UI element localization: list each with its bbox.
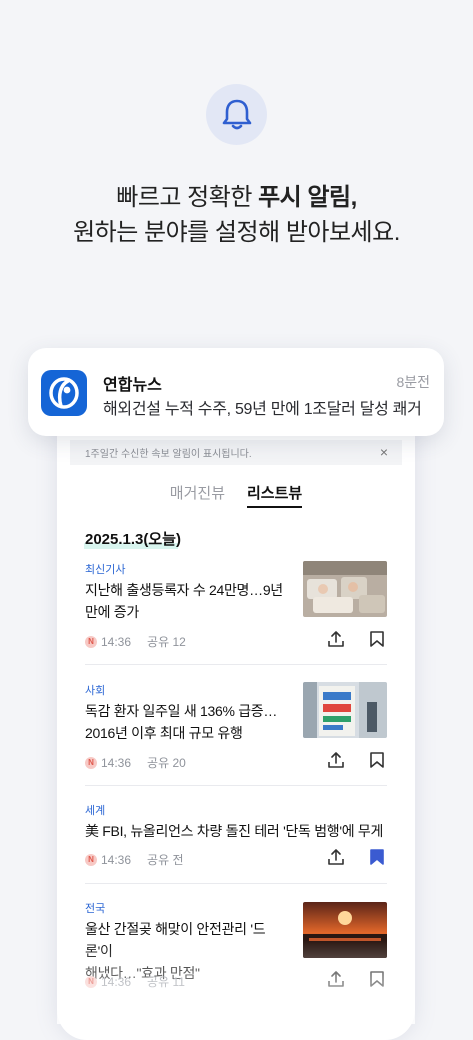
- date-label: 2025.1.3(오늘): [85, 531, 181, 548]
- bell-badge: [206, 84, 267, 145]
- article-meta: N 14:36 공유 11: [85, 973, 185, 990]
- list-item[interactable]: 최신기사 지난해 출생등록자 수 24만명…9년 만에 증가 N 14:36 공…: [85, 561, 387, 655]
- article-category: 세계: [85, 805, 106, 817]
- yonhap-logo-icon: [49, 377, 79, 409]
- divider: [85, 883, 387, 884]
- source-badge: N: [85, 635, 97, 648]
- article-thumbnail[interactable]: [303, 682, 387, 738]
- article-thumbnail[interactable]: [303, 561, 387, 617]
- thumbnail-hospital-image: [303, 682, 387, 738]
- article-title-line: 독감 환자 일주일 새 136% 급증…: [85, 703, 278, 719]
- article-time: 14:36: [101, 852, 132, 867]
- tab-magazine-view[interactable]: 매거진뷰: [170, 482, 225, 508]
- headline-bold: 푸시 알림,: [258, 184, 357, 211]
- divider: [85, 785, 387, 786]
- headline-normal: 빠르고 정확한: [116, 184, 259, 211]
- share-icon[interactable]: [327, 751, 345, 769]
- article-meta: N 14:36 공유 12: [85, 633, 186, 650]
- article-meta: N 14:36 공유 20: [85, 754, 186, 771]
- article-title-line: 울산 간절곶 해맞이 안전관리 '드론'이: [85, 921, 266, 959]
- article-title[interactable]: 독감 환자 일주일 새 136% 급증… 2016년 이후 최대 규모 유행: [85, 700, 291, 744]
- share-count: 공유 11: [147, 975, 185, 989]
- article-title[interactable]: 美 FBI, 뉴올리언스 차량 돌진 테러 '단독 범행'에 무게: [85, 820, 387, 842]
- article-title[interactable]: 지난해 출생등록자 수 24만명…9년 만에 증가: [85, 579, 291, 623]
- share-count: 공유 전: [147, 853, 184, 867]
- share-icon[interactable]: [327, 630, 345, 648]
- banner-text: 1주일간 수신한 속보 알림이 표시됩니다.: [85, 449, 252, 460]
- headline-line2: 원하는 분야를 설정해 받아보세요.: [73, 219, 400, 246]
- article-time: 14:36: [101, 974, 132, 989]
- article-title-line: 2016년 이후 최대 규모 유행: [85, 725, 243, 741]
- alert-banner: 1주일간 수신한 속보 알림이 표시됩니다. ×: [70, 440, 402, 465]
- share-count: 공유 12: [147, 635, 186, 649]
- bookmark-icon[interactable]: [369, 751, 385, 769]
- notification-time: 8분전: [396, 374, 430, 390]
- thumbnail-sunrise-image: [303, 902, 387, 958]
- headline: 빠르고 정확한 푸시 알림, 원하는 분야를 설정해 받아보세요.: [0, 180, 473, 250]
- bookmark-icon[interactable]: [369, 970, 385, 988]
- article-title-line: 지난해 출생등록자 수 24만명…9년: [85, 582, 283, 598]
- divider: [85, 664, 387, 665]
- article-thumbnail[interactable]: [303, 902, 387, 958]
- view-tabs: 매거진뷰 리스트뷰: [70, 482, 402, 508]
- article-title-line: 美 FBI, 뉴올리언스 차량 돌진 테러 '단독 범행'에 무게: [85, 823, 384, 839]
- list-item[interactable]: 전국 울산 간절곶 해맞이 안전관리 '드론'이 해냈다…"효과 만점" N 1…: [85, 900, 387, 994]
- app-icon: [41, 370, 87, 416]
- bell-icon: [222, 99, 251, 129]
- share-icon[interactable]: [327, 970, 345, 988]
- bookmark-icon[interactable]: [369, 630, 385, 648]
- list-item[interactable]: 사회 독감 환자 일주일 새 136% 급증… 2016년 이후 최대 규모 유…: [85, 682, 387, 776]
- article-time: 14:36: [101, 755, 132, 770]
- close-icon[interactable]: ×: [380, 444, 388, 460]
- push-notification-card[interactable]: 연합뉴스 8분전 해외건설 누적 수주, 59년 만에 1조달러 달성 쾌거: [28, 348, 444, 436]
- article-title-line: 만에 증가: [85, 604, 139, 620]
- share-count: 공유 20: [147, 756, 186, 770]
- article-meta: N 14:36 공유 전: [85, 851, 184, 868]
- share-icon[interactable]: [327, 848, 345, 866]
- article-time: 14:36: [101, 634, 132, 649]
- bookmark-icon-active[interactable]: [369, 848, 385, 866]
- list-item[interactable]: 세계 美 FBI, 뉴올리언스 차량 돌진 테러 '단독 범행'에 무게 N 1…: [85, 802, 387, 872]
- notification-message: 해외건설 누적 수주, 59년 만에 1조달러 달성 쾌거: [103, 401, 422, 418]
- source-badge: N: [85, 756, 97, 769]
- source-badge: N: [85, 853, 97, 866]
- headline-line1: 빠르고 정확한 푸시 알림,: [0, 180, 473, 215]
- thumbnail-nursery-image: [303, 561, 387, 617]
- tab-list-view[interactable]: 리스트뷰: [247, 482, 303, 508]
- notification-app-name: 연합뉴스: [103, 377, 162, 394]
- source-badge: N: [85, 975, 97, 988]
